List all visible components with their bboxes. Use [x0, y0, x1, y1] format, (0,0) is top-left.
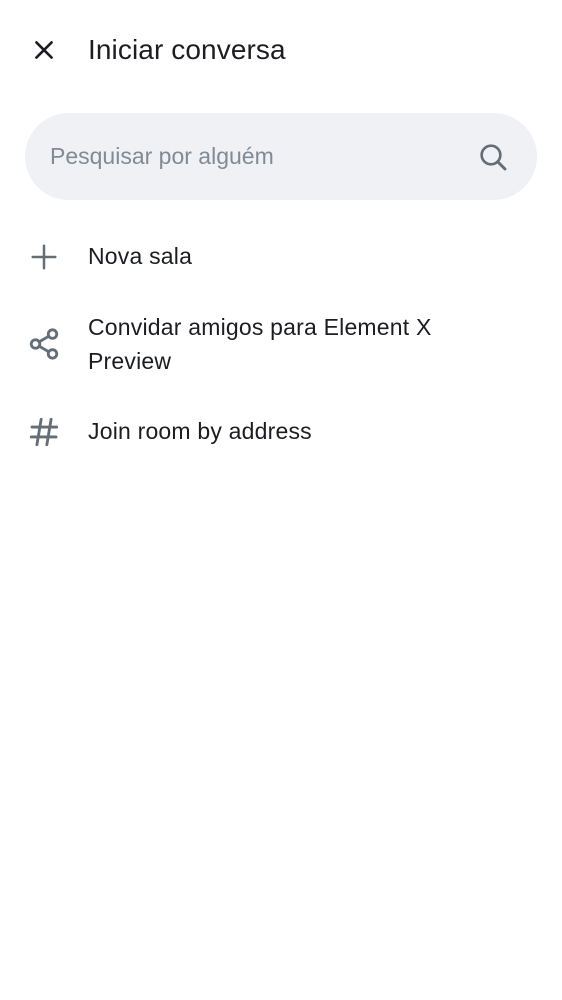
plus-icon — [26, 239, 62, 275]
page-title: Iniciar conversa — [88, 34, 286, 65]
join-room-by-address-label: Join room by address — [88, 418, 312, 444]
hash-icon — [26, 414, 62, 450]
invite-friends-item[interactable]: Convidar amigos para Element X Preview — [0, 305, 562, 385]
join-room-by-address-item[interactable]: Join room by address — [0, 408, 562, 458]
start-chat-screen: Iniciar conversa Nova sala Convidar amig… — [0, 0, 562, 1000]
search-input[interactable] — [50, 113, 470, 200]
close-button[interactable] — [22, 28, 66, 72]
new-room-label: Nova sala — [88, 243, 193, 269]
top-app-bar: Iniciar conversa — [0, 0, 562, 100]
share-icon — [26, 326, 62, 362]
search-bar[interactable] — [25, 113, 537, 200]
close-icon — [35, 41, 53, 59]
search-icon[interactable] — [477, 141, 509, 173]
invite-friends-label: Convidar amigos para Element X Preview — [88, 314, 432, 374]
new-room-item[interactable]: Nova sala — [0, 232, 562, 282]
